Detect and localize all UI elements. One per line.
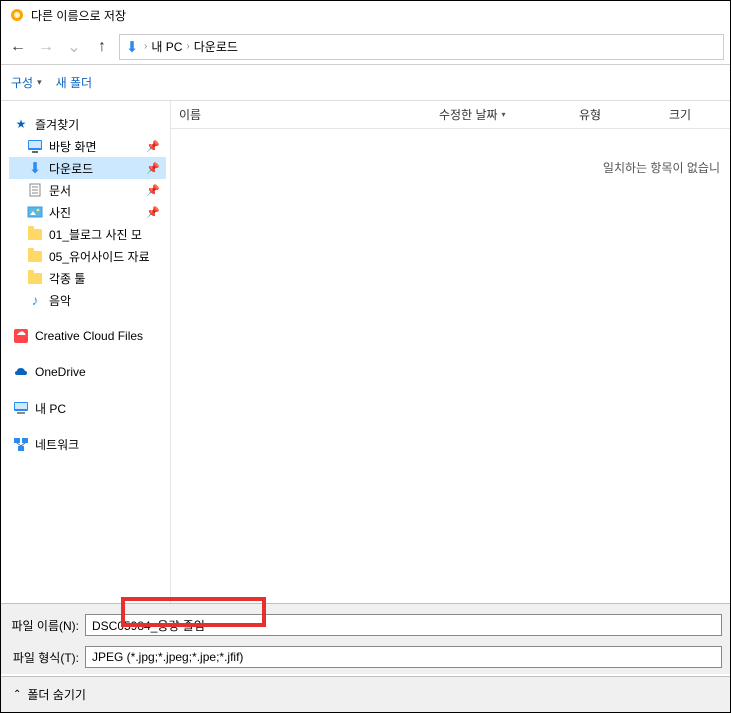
- sidebar-item-label: 네트워크: [35, 436, 79, 453]
- recent-locations-caret[interactable]: ⌄: [63, 36, 85, 58]
- network-icon: [13, 436, 29, 452]
- chevron-down-icon: ▾: [37, 77, 42, 88]
- sidebar-item-tools[interactable]: 각종 툴: [9, 267, 166, 289]
- footer-bar: ⌃ 폴더 숨기기: [1, 676, 730, 712]
- forward-button[interactable]: →: [35, 36, 57, 58]
- column-date[interactable]: 수정한 날짜 ▾: [431, 101, 571, 128]
- star-icon: ★: [13, 116, 29, 132]
- pin-icon: 📌: [146, 184, 160, 197]
- sidebar-item-desktop[interactable]: 바탕 화면 📌: [9, 135, 166, 157]
- pin-icon: 📌: [146, 140, 160, 153]
- quick-access-group: ★ 즐겨찾기 바탕 화면 📌 ⬇ 다운로드 📌 문서 📌: [9, 113, 166, 311]
- sidebar-item-documents[interactable]: 문서 📌: [9, 179, 166, 201]
- column-label: 크기: [669, 106, 691, 123]
- sidebar-item-label: 내 PC: [35, 400, 66, 417]
- column-size[interactable]: 크기: [661, 101, 730, 128]
- filename-input[interactable]: [85, 614, 722, 636]
- sidebar-item-label: 음악: [49, 292, 71, 309]
- new-folder-label: 새 폴더: [56, 74, 92, 91]
- title-bar: 다른 이름으로 저장: [1, 1, 730, 29]
- onedrive-group: OneDrive: [9, 361, 166, 383]
- download-arrow-icon: ⬇: [124, 39, 140, 55]
- organize-menu[interactable]: 구성 ▾: [11, 74, 42, 91]
- sidebar-item-yourside[interactable]: 05_유어사이드 자료: [9, 245, 166, 267]
- sidebar-item-pictures[interactable]: 사진 📌: [9, 201, 166, 223]
- pictures-icon: [27, 204, 43, 220]
- sidebar-item-quick-access[interactable]: ★ 즐겨찾기: [9, 113, 166, 135]
- folder-icon: [27, 226, 43, 242]
- toolbar: 구성 ▾ 새 폴더: [1, 65, 730, 101]
- this-pc-group: 내 PC: [9, 397, 166, 419]
- sidebar-item-label: 즐겨찾기: [35, 116, 79, 133]
- creative-cloud-group: Creative Cloud Files: [9, 325, 166, 347]
- filetype-dropdown[interactable]: [85, 646, 722, 668]
- breadcrumb-segment[interactable]: 다운로드: [194, 38, 238, 55]
- folder-icon: [27, 248, 43, 264]
- music-icon: ♪: [27, 292, 43, 308]
- sidebar-item-creative-cloud[interactable]: Creative Cloud Files: [9, 325, 166, 347]
- organize-label: 구성: [11, 74, 33, 91]
- main-split: ★ 즐겨찾기 바탕 화면 📌 ⬇ 다운로드 📌 문서 📌: [1, 101, 730, 621]
- sidebar-item-label: 05_유어사이드 자료: [49, 248, 150, 265]
- column-label: 이름: [179, 106, 201, 123]
- sidebar-item-label: 01_블로그 사진 모: [49, 226, 142, 243]
- sidebar-item-this-pc[interactable]: 내 PC: [9, 397, 166, 419]
- back-button[interactable]: ←: [7, 36, 29, 58]
- desktop-icon: [27, 138, 43, 154]
- breadcrumb-segment[interactable]: 내 PC: [151, 38, 182, 55]
- chevron-up-icon: ⌃: [13, 689, 21, 700]
- sidebar-item-downloads[interactable]: ⬇ 다운로드 📌: [9, 157, 166, 179]
- sidebar-item-label: 바탕 화면: [49, 138, 97, 155]
- save-fields-pane: 파일 이름(N): 파일 형식(T):: [1, 603, 730, 674]
- window-title: 다른 이름으로 저장: [31, 7, 126, 24]
- navigation-pane[interactable]: ★ 즐겨찾기 바탕 화면 📌 ⬇ 다운로드 📌 문서 📌: [1, 101, 171, 621]
- filetype-row: 파일 형식(T):: [9, 646, 722, 668]
- address-bar[interactable]: ⬇ › 내 PC › 다운로드: [119, 34, 724, 60]
- column-label: 수정한 날짜: [439, 106, 498, 123]
- sort-descending-icon: ▾: [502, 110, 506, 119]
- sidebar-item-label: Creative Cloud Files: [35, 329, 143, 343]
- sidebar-item-label: 각종 툴: [49, 270, 85, 287]
- sidebar-item-label: OneDrive: [35, 365, 86, 379]
- sidebar-item-blog-photos[interactable]: 01_블로그 사진 모: [9, 223, 166, 245]
- breadcrumb-separator: ›: [144, 41, 147, 52]
- nav-row: ← → ⌄ ↑ ⬇ › 내 PC › 다운로드: [1, 29, 730, 65]
- sidebar-item-network[interactable]: 네트워크: [9, 433, 166, 455]
- filetype-label: 파일 형식(T):: [9, 649, 79, 666]
- download-arrow-icon: ⬇: [27, 160, 43, 176]
- filename-label: 파일 이름(N):: [9, 617, 79, 634]
- folder-icon: [27, 270, 43, 286]
- sidebar-item-label: 다운로드: [49, 160, 93, 177]
- new-folder-button[interactable]: 새 폴더: [56, 74, 92, 91]
- pin-icon: 📌: [146, 162, 160, 175]
- app-icon: [9, 7, 25, 23]
- up-button[interactable]: ↑: [91, 36, 113, 58]
- pc-icon: [13, 400, 29, 416]
- list-header: 이름 수정한 날짜 ▾ 유형 크기: [171, 101, 730, 129]
- column-name[interactable]: 이름: [171, 101, 431, 128]
- breadcrumb-separator: ›: [186, 41, 189, 52]
- content-pane[interactable]: 이름 수정한 날짜 ▾ 유형 크기 일치하는 항목이 없습니: [171, 101, 730, 621]
- pin-icon: 📌: [146, 206, 160, 219]
- network-group: 네트워크: [9, 433, 166, 455]
- column-label: 유형: [579, 106, 601, 123]
- document-icon: [27, 182, 43, 198]
- empty-message: 일치하는 항목이 없습니: [171, 129, 730, 176]
- hide-folders-link[interactable]: 폴더 숨기기: [27, 686, 86, 703]
- onedrive-icon: [13, 364, 29, 380]
- creative-cloud-icon: [13, 328, 29, 344]
- column-type[interactable]: 유형: [571, 101, 661, 128]
- filename-row: 파일 이름(N):: [9, 614, 722, 636]
- sidebar-item-label: 사진: [49, 204, 71, 221]
- sidebar-item-onedrive[interactable]: OneDrive: [9, 361, 166, 383]
- sidebar-item-label: 문서: [49, 182, 71, 199]
- sidebar-item-music[interactable]: ♪ 음악: [9, 289, 166, 311]
